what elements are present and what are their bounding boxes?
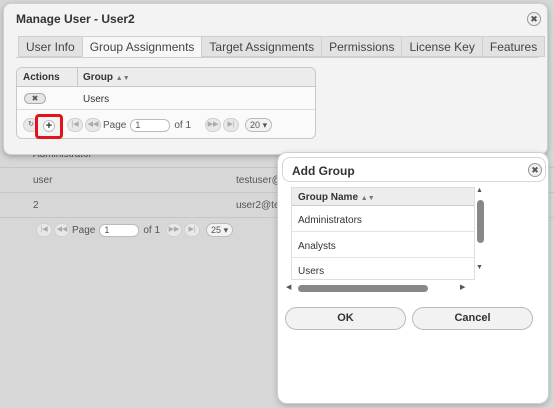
vertical-scrollbar[interactable]: ▲ ▼ — [475, 187, 486, 275]
scroll-right-icon[interactable]: ▶ — [460, 283, 465, 291]
background-user: 2 — [33, 200, 39, 211]
page-of-label: of 1 — [174, 119, 192, 131]
last-page-icon[interactable]: ▶| — [223, 118, 240, 132]
background-pager: |◀ ◀◀ Page 1 of 1 ▶▶ ▶| 25 ▾ — [36, 221, 234, 239]
page-size-select: 25 ▾ — [206, 223, 234, 237]
next-page-icon[interactable]: ▶▶ — [205, 118, 222, 132]
horizontal-scrollbar[interactable]: ◀ ▶ — [286, 282, 470, 294]
page-label: Page — [103, 119, 127, 131]
tab-license-key[interactable]: License Key — [401, 36, 483, 57]
list-item[interactable]: Administrators — [292, 207, 474, 232]
add-group-dialog: Add Group ✖ Group Name ▲▼ Administrators… — [277, 152, 549, 404]
delete-icon[interactable]: ✖ — [24, 93, 46, 104]
scroll-up-icon[interactable]: ▲ — [476, 187, 483, 194]
list-item[interactable]: Analysts — [292, 233, 474, 258]
table-row[interactable]: ✖ Users — [17, 88, 315, 110]
cancel-button[interactable]: Cancel — [412, 307, 533, 330]
close-icon[interactable]: ✖ — [527, 12, 541, 26]
page-of-label: of 1 — [143, 224, 161, 236]
scroll-thumb[interactable] — [298, 285, 428, 292]
scroll-thumb[interactable] — [477, 200, 484, 243]
page-input: 1 — [99, 223, 140, 237]
first-page-icon: |◀ — [36, 223, 52, 237]
tab-permissions[interactable]: Permissions — [321, 36, 403, 57]
tab-bar: User Info Group Assignments Target Assig… — [18, 36, 546, 57]
list-item[interactable]: Users — [292, 258, 474, 279]
page-size-select[interactable]: 20 ▾ — [245, 118, 273, 132]
tab-target-assignments[interactable]: Target Assignments — [201, 36, 323, 57]
scroll-down-icon[interactable]: ▼ — [476, 264, 483, 271]
add-group-button[interactable]: + — [35, 114, 63, 139]
last-page-icon: ▶| — [184, 223, 201, 237]
dialog-title: Manage User - User2 — [16, 12, 135, 26]
group-name: Users — [83, 94, 110, 105]
grid-header: Actions Group ▲▼ — [17, 68, 315, 87]
group-list: Group Name ▲▼ Administrators Analysts Us… — [291, 187, 475, 280]
column-actions: Actions — [23, 72, 60, 83]
close-icon[interactable]: ✖ — [528, 163, 542, 177]
next-page-icon: ▶▶ — [166, 223, 183, 237]
tab-features[interactable]: Features — [481, 36, 546, 57]
page-input[interactable]: 1 — [130, 118, 171, 132]
ok-button[interactable]: OK — [285, 307, 406, 330]
background-email: testuser@ — [236, 175, 282, 186]
list-header[interactable]: Group Name ▲▼ — [292, 188, 474, 206]
column-group[interactable]: Group ▲▼ — [83, 72, 130, 83]
plus-icon: + — [43, 120, 55, 132]
page-label: Page — [72, 224, 96, 236]
scroll-left-icon[interactable]: ◀ — [286, 283, 291, 291]
prev-page-icon[interactable]: ◀◀ — [85, 118, 101, 132]
sort-icon: ▲▼ — [360, 195, 375, 202]
background-user: user — [33, 175, 53, 186]
add-group-title: Add Group — [292, 164, 355, 178]
prev-page-icon: ◀◀ — [54, 223, 70, 237]
add-group-header: Add Group ✖ — [282, 157, 546, 182]
tab-group-assignments[interactable]: Group Assignments — [81, 36, 203, 57]
tab-user-info[interactable]: User Info — [18, 36, 83, 57]
background-email: user2@te — [236, 200, 280, 211]
first-page-icon[interactable]: |◀ — [67, 118, 83, 132]
sort-icon: ▲▼ — [115, 75, 130, 82]
